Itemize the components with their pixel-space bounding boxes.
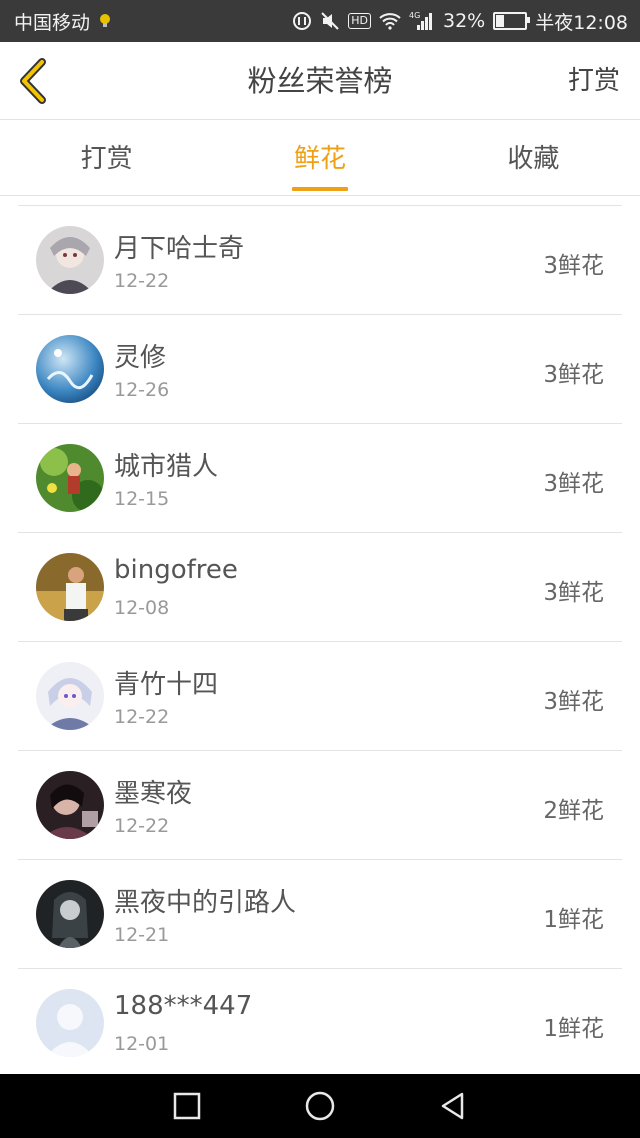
- home-circle-icon: [305, 1091, 335, 1121]
- fan-name: 黑夜中的引路人: [114, 888, 297, 918]
- fan-date: 12-22: [114, 815, 170, 837]
- fan-list: 月下哈士奇 12-22 3鲜花 灵修 12-26 3鲜花 城市猎人 12-15 …: [18, 205, 622, 1078]
- flower-count: 3鲜花: [543, 580, 604, 606]
- flower-count: 1鲜花: [543, 1016, 604, 1042]
- page-title: 粉丝荣誉榜: [247, 64, 393, 98]
- fan-name: 城市猎人: [114, 452, 219, 482]
- fan-date: 12-22: [114, 270, 170, 292]
- flower-count: 3鲜花: [543, 471, 604, 497]
- carrier-name: 中国移动: [14, 11, 91, 34]
- clock: 半夜12:08: [535, 11, 628, 34]
- list-item[interactable]: 城市猎人 12-15 3鲜花: [18, 424, 622, 533]
- fan-date: 12-26: [114, 379, 170, 401]
- tab-label: 收藏: [507, 144, 560, 174]
- fan-date: 12-21: [114, 924, 170, 946]
- fan-name: 青竹十四: [114, 670, 219, 700]
- recents-button[interactable]: [167, 1086, 207, 1126]
- avatar: [36, 553, 104, 621]
- avatar: [36, 444, 104, 512]
- wifi-icon: [379, 12, 401, 30]
- list-item[interactable]: 黑夜中的引路人 12-21 1鲜花: [18, 860, 622, 969]
- app-header: 粉丝荣誉榜 打赏: [0, 42, 640, 120]
- home-button[interactable]: [300, 1086, 340, 1126]
- mute-icon: [320, 11, 340, 31]
- hd-icon: HD: [348, 13, 371, 29]
- recents-square-icon: [173, 1092, 200, 1120]
- flower-count: 1鲜花: [543, 907, 604, 933]
- avatar: [36, 335, 104, 403]
- back-nav-button[interactable]: [433, 1086, 473, 1126]
- list-item[interactable]: bingofree 12-08 3鲜花: [18, 533, 622, 642]
- avatar: [36, 662, 104, 730]
- avatar: [36, 989, 104, 1057]
- status-bar: 中国移动 HD 4G 32% 半夜12:08: [0, 0, 640, 42]
- fan-date: 12-15: [114, 488, 170, 510]
- tab-label: 打赏: [80, 144, 133, 174]
- flower-count: 3鲜花: [543, 253, 604, 279]
- list-item[interactable]: 青竹十四 12-22 3鲜花: [18, 642, 622, 751]
- tab-active-indicator: [291, 187, 348, 191]
- signal-icon: 4G: [409, 11, 435, 31]
- back-triangle-icon: [442, 1092, 464, 1120]
- list-item[interactable]: 月下哈士奇 12-22 3鲜花: [18, 206, 622, 315]
- battery-percent: 32%: [443, 10, 486, 32]
- fan-name: 墨寒夜: [114, 779, 193, 809]
- avatar: [36, 226, 104, 294]
- fan-name: 188***447: [114, 991, 253, 1021]
- list-item[interactable]: 墨寒夜 12-22 2鲜花: [18, 751, 622, 860]
- location-icon: [98, 13, 112, 29]
- fan-date: 12-22: [114, 706, 170, 728]
- fan-name: 灵修: [114, 343, 167, 373]
- list-item[interactable]: 188***447 12-01 1鲜花: [18, 969, 622, 1078]
- fan-name: 月下哈士奇: [114, 234, 245, 264]
- tab-flowers[interactable]: 鲜花: [213, 120, 426, 195]
- fan-name: bingofree: [114, 555, 238, 585]
- fan-date: 12-08: [114, 597, 170, 619]
- flower-count: 2鲜花: [543, 798, 604, 824]
- list-item[interactable]: 灵修 12-26 3鲜花: [18, 315, 622, 424]
- tab-reward[interactable]: 打赏: [0, 120, 213, 195]
- avatar: [36, 771, 104, 839]
- flower-count: 3鲜花: [543, 689, 604, 715]
- tab-label: 鲜花: [293, 144, 346, 174]
- network-type: 4G: [409, 11, 420, 20]
- nfc-icon: [292, 11, 312, 31]
- avatar: [36, 880, 104, 948]
- reward-button[interactable]: 打赏: [568, 42, 620, 120]
- tab-bar: 打赏 鲜花 收藏: [0, 120, 640, 196]
- fan-date: 12-01: [114, 1033, 170, 1055]
- battery-icon: [493, 12, 531, 30]
- system-nav-bar: [0, 1074, 640, 1138]
- tab-favorites[interactable]: 收藏: [427, 120, 640, 195]
- flower-count: 3鲜花: [543, 362, 604, 388]
